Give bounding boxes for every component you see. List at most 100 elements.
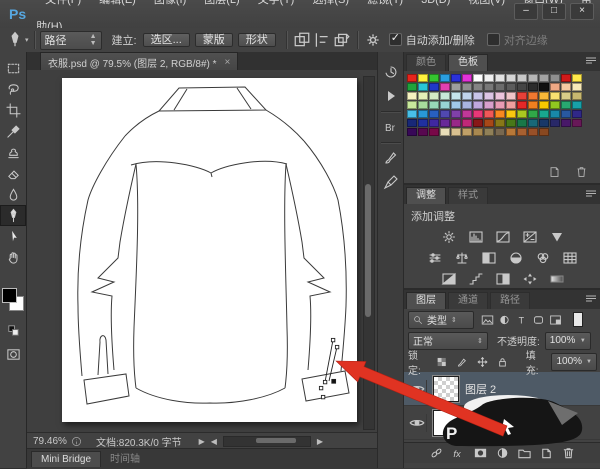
swatch-3-4[interactable] [451,101,461,109]
swatch-2-14[interactable] [561,92,571,100]
quick-mask-icon[interactable] [0,344,26,365]
swatch-2-10[interactable] [517,92,527,100]
brightness-contrast-icon[interactable] [439,228,459,245]
swatch-6-4[interactable] [451,128,461,136]
clone-stamp-tool[interactable] [0,142,26,163]
hue-saturation-icon[interactable] [425,249,445,266]
tab-adjustments[interactable]: 调整 [406,187,446,204]
swatch-1-9[interactable] [506,83,516,91]
swatch-6-9[interactable] [506,128,516,136]
lasso-tool[interactable] [0,79,26,100]
lock-transparent-icon[interactable] [434,354,451,369]
scroll-left-icon[interactable]: ◀ [208,437,220,446]
menu-item-2[interactable]: 图像(I) [145,0,195,6]
adjustment-filter-icon[interactable] [496,312,513,327]
opacity-field[interactable]: 100% ▼ [545,332,591,350]
swatch-1-4[interactable] [451,83,461,91]
panel-menu-icon[interactable] [585,189,597,198]
color-balance-icon[interactable] [452,249,472,266]
maximize-button[interactable]: □ [542,3,566,20]
eraser-tool[interactable] [0,163,26,184]
fill-field[interactable]: 100% ▼ [551,353,597,371]
bottom-tab-0[interactable]: Mini Bridge [31,451,101,467]
lock-all-icon[interactable] [494,354,511,369]
channel-mixer-icon[interactable] [533,249,553,266]
lock-move-icon[interactable] [474,354,491,369]
vertical-scrollbar-thumb[interactable] [365,184,371,317]
swatch-6-7[interactable] [484,128,494,136]
tab-paths[interactable]: 路径 [490,292,530,309]
swatch-4-8[interactable] [495,110,505,118]
swatch-3-8[interactable] [495,101,505,109]
swatch-0-1[interactable] [418,74,428,82]
swatch-0-7[interactable] [484,74,494,82]
make-button-0[interactable]: 选区... [143,33,190,47]
swatch-5-1[interactable] [418,119,428,127]
swatch-4-3[interactable] [440,110,450,118]
swatch-3-9[interactable] [506,101,516,109]
swatch-6-3[interactable] [440,128,450,136]
swatch-5-10[interactable] [517,119,527,127]
swatch-0-8[interactable] [495,74,505,82]
swatch-3-3[interactable] [440,101,450,109]
artboard[interactable] [62,78,357,422]
shape-filter-icon[interactable] [530,312,547,327]
swatch-3-14[interactable] [561,101,571,109]
swatch-2-13[interactable] [550,92,560,100]
menu-item-3[interactable]: 图层(L) [195,0,248,6]
swatch-2-4[interactable] [451,92,461,100]
vertical-scrollbar[interactable] [363,76,375,430]
document-size-info[interactable]: 文档:820.3K/0 字节 [96,434,182,449]
swatch-2-2[interactable] [429,92,439,100]
swatch-3-2[interactable] [429,101,439,109]
curves-icon[interactable] [493,228,513,245]
swatch-0-15[interactable] [572,74,582,82]
swatch-3-1[interactable] [418,101,428,109]
pen-path[interactable] [319,338,338,398]
canvas-area[interactable] [27,70,377,432]
marquee-tool[interactable] [0,58,26,79]
pen-tool-preset-icon[interactable] [6,31,24,49]
menu-item-1[interactable]: 编辑(E) [90,0,145,6]
mini-bridge-panel-icon[interactable]: Br [378,115,404,139]
swatch-0-12[interactable] [539,74,549,82]
tool-mode-select[interactable]: 路径 ▲▼ [40,31,102,50]
swatch-4-14[interactable] [561,110,571,118]
swatch-2-7[interactable] [484,92,494,100]
swatch-1-5[interactable] [462,83,472,91]
swatch-6-0[interactable] [407,128,417,136]
swatch-4-11[interactable] [528,110,538,118]
swatch-1-6[interactable] [473,83,483,91]
swatch-3-10[interactable] [517,101,527,109]
hand-tool[interactable] [0,247,26,268]
selected-anchor-point[interactable] [332,379,336,383]
swatch-3-12[interactable] [539,101,549,109]
swatch-3-11[interactable] [528,101,538,109]
swatch-1-14[interactable] [561,83,571,91]
swatch-1-1[interactable] [418,83,428,91]
swatch-2-0[interactable] [407,92,417,100]
close-tab-icon[interactable]: × [225,57,231,68]
swatch-6-2[interactable] [429,128,439,136]
swatch-0-6[interactable] [473,74,483,82]
history-panel-icon[interactable] [378,60,404,84]
menu-item-0[interactable]: 文件(F) [36,0,90,6]
swatch-2-5[interactable] [462,92,472,100]
type-filter-icon[interactable]: T [513,312,530,327]
swatch-3-0[interactable] [407,101,417,109]
swatch-5-13[interactable] [550,119,560,127]
tab-layers[interactable]: 图层 [406,292,446,309]
lock-paint-icon[interactable] [454,354,471,369]
swatch-0-0[interactable] [407,74,417,82]
swatch-6-6[interactable] [473,128,483,136]
swatch-0-9[interactable] [506,74,516,82]
swatch-0-11[interactable] [528,74,538,82]
scroll-right-icon[interactable]: ▶ [196,437,208,446]
align-edges-checkbox[interactable]: 对齐边缘 [487,32,548,48]
swatch-4-9[interactable] [506,110,516,118]
swatch-4-12[interactable] [539,110,549,118]
swatch-4-13[interactable] [550,110,560,118]
black-white-icon[interactable] [479,249,499,266]
zoom-level[interactable]: 79.46% [33,436,71,447]
crop-tool[interactable] [0,100,26,121]
